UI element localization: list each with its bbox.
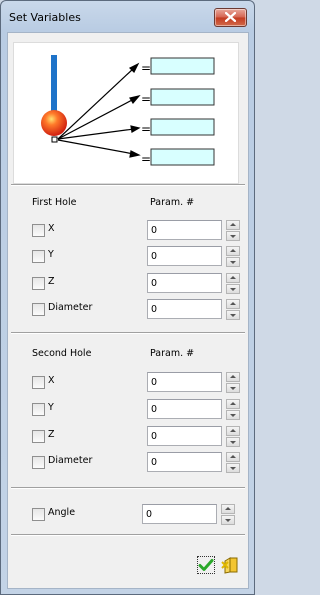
window-title: Set Variables [9, 11, 81, 24]
spin-up-button[interactable] [226, 399, 240, 409]
second-hole-y-input[interactable]: 0 [147, 399, 222, 419]
equals-4: = [141, 152, 151, 166]
first-hole-y-spinner: 0 [147, 246, 240, 268]
cancel-button[interactable] [221, 556, 239, 574]
angle-row: Angle 0 [8, 504, 248, 528]
title-bar[interactable]: Set Variables [1, 1, 254, 33]
second-hole-y-label: Y [48, 402, 54, 413]
second-hole-diameter-input[interactable]: 0 [147, 452, 222, 472]
second-hole-diameter-checkbox[interactable] [32, 456, 45, 469]
separator [11, 184, 245, 186]
spin-down-button[interactable] [226, 231, 240, 241]
first-hole-diameter-input[interactable]: 0 [147, 299, 222, 319]
second-hole-z-spinner: 0 [147, 426, 240, 448]
spin-down-button[interactable] [226, 463, 240, 473]
spin-up-button[interactable] [226, 372, 240, 382]
first-hole-label: First Hole [32, 197, 77, 208]
first-hole-diameter-checkbox[interactable] [32, 303, 45, 316]
equals-2: = [141, 92, 151, 106]
spin-down-button[interactable] [226, 310, 240, 320]
second-hole-y-checkbox[interactable] [32, 403, 45, 416]
spin-down-button[interactable] [221, 515, 235, 525]
first-hole-x-checkbox[interactable] [32, 224, 45, 237]
angle-spinner: 0 [142, 504, 235, 526]
green-check-icon [198, 559, 214, 571]
probe-ball [41, 110, 67, 136]
spin-up-button[interactable] [226, 426, 240, 436]
first-hole-z-label: Z [48, 276, 55, 287]
second-hole-z-input[interactable]: 0 [147, 426, 222, 446]
angle-input[interactable]: 0 [142, 504, 217, 524]
second-hole-z-checkbox[interactable] [32, 430, 45, 443]
first-hole-x-spinner: 0 [147, 220, 240, 242]
separator [11, 534, 245, 536]
spin-up-button[interactable] [226, 273, 240, 283]
arrows [57, 62, 141, 158]
spin-down-button[interactable] [226, 410, 240, 420]
first-hole-z-checkbox[interactable] [32, 277, 45, 290]
spin-up-button[interactable] [226, 220, 240, 230]
spin-down-button[interactable] [226, 257, 240, 267]
variables-diagram: = = = = [13, 42, 239, 184]
first-hole-param-header: Param. # [150, 197, 195, 208]
equals-1: = [141, 61, 151, 75]
exit-door-icon [221, 557, 238, 574]
first-hole-x-label: X [48, 223, 55, 234]
second-hole-x-row: X 0 [8, 372, 248, 396]
first-hole-y-checkbox[interactable] [32, 250, 45, 263]
spin-up-button[interactable] [221, 504, 235, 514]
first-hole-z-spinner: 0 [147, 273, 240, 295]
second-hole-x-spinner: 0 [147, 372, 240, 394]
spin-down-button[interactable] [226, 437, 240, 447]
separator [11, 487, 245, 489]
first-hole-x-input[interactable]: 0 [147, 220, 222, 240]
second-hole-diameter-label: Diameter [48, 455, 93, 466]
separator [11, 332, 245, 334]
probe-diagram: = = = = [41, 55, 215, 166]
first-hole-x-row: X 0 [8, 220, 248, 244]
second-hole-param-header: Param. # [150, 348, 195, 359]
probe-point [51, 136, 58, 143]
equals-3: = [141, 122, 151, 136]
first-hole-y-label: Y [48, 249, 54, 260]
close-icon [225, 12, 236, 22]
first-hole-y-input[interactable]: 0 [147, 246, 222, 266]
value-box-1 [150, 57, 215, 75]
spin-down-button[interactable] [226, 284, 240, 294]
first-hole-diameter-spinner: 0 [147, 299, 240, 321]
ok-button[interactable] [197, 556, 215, 574]
first-hole-diameter-row: Diameter 0 [8, 299, 248, 323]
second-hole-z-row: Z 0 [8, 426, 248, 450]
dialog-window: Set Variables = = = = First Hole Param. … [0, 0, 255, 595]
second-hole-y-row: Y 0 [8, 399, 248, 423]
first-hole-y-row: Y 0 [8, 246, 248, 270]
second-hole-label: Second Hole [32, 348, 92, 359]
dialog-body: = = = = First Hole Param. # X 0 Y 0 Z 0 … [7, 32, 249, 589]
probe-stem [51, 55, 57, 111]
first-hole-z-row: Z 0 [8, 273, 248, 297]
second-hole-y-spinner: 0 [147, 399, 240, 421]
first-hole-diameter-label: Diameter [48, 302, 93, 313]
value-box-3 [150, 118, 215, 136]
spin-up-button[interactable] [226, 452, 240, 462]
spin-up-button[interactable] [226, 299, 240, 309]
first-hole-z-input[interactable]: 0 [147, 273, 222, 293]
second-hole-x-checkbox[interactable] [32, 376, 45, 389]
close-button[interactable] [214, 8, 247, 27]
second-hole-diameter-row: Diameter 0 [8, 452, 248, 476]
spin-down-button[interactable] [226, 383, 240, 393]
second-hole-x-input[interactable]: 0 [147, 372, 222, 392]
value-box-2 [150, 88, 215, 106]
value-box-4 [150, 148, 215, 166]
second-hole-diameter-spinner: 0 [147, 452, 240, 474]
angle-checkbox[interactable] [32, 508, 45, 521]
spin-up-button[interactable] [226, 246, 240, 256]
angle-label: Angle [48, 507, 76, 518]
second-hole-z-label: Z [48, 429, 55, 440]
second-hole-x-label: X [48, 375, 55, 386]
